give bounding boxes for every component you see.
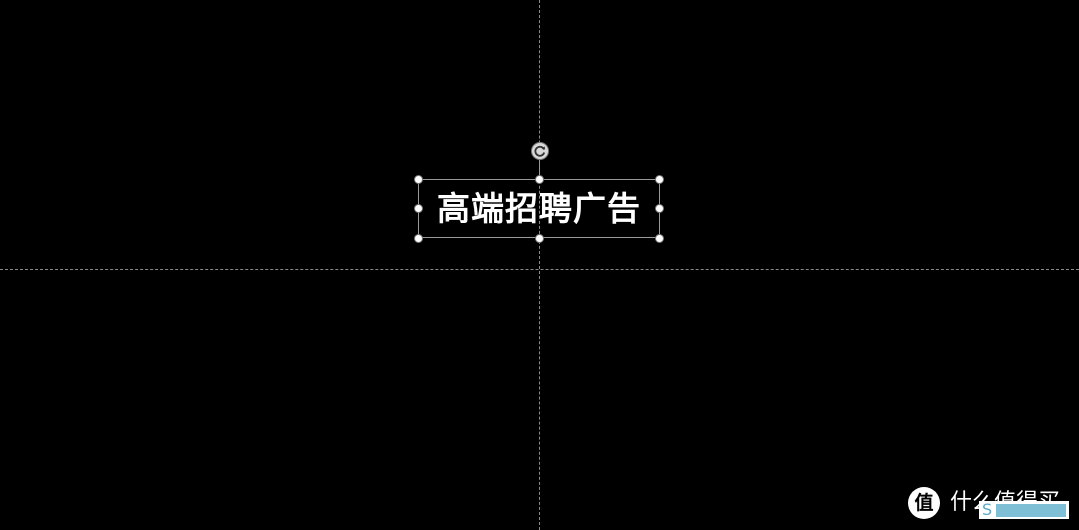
resize-handle-top-left[interactable] (414, 175, 423, 184)
vertical-center-guide (539, 0, 540, 530)
title-textbox[interactable]: 高端招聘广告 (418, 179, 660, 238)
horizontal-center-guide (0, 269, 1079, 270)
resize-handle-bottom-right[interactable] (655, 234, 664, 243)
slide-canvas[interactable]: 高端招聘广告 值 什么值得买 S (0, 0, 1079, 530)
textbox-text[interactable]: 高端招聘广告 (437, 192, 641, 225)
resize-handle-bottom-left[interactable] (414, 234, 423, 243)
watermark-overlay: S (979, 501, 1069, 519)
resize-handle-middle-right[interactable] (655, 204, 664, 213)
overlay-bar (996, 503, 1067, 517)
resize-handle-middle-left[interactable] (414, 204, 423, 213)
rotate-icon[interactable] (530, 141, 550, 161)
resize-handle-top-center[interactable] (535, 175, 544, 184)
resize-handle-top-right[interactable] (655, 175, 664, 184)
overlay-letter: S (982, 500, 993, 519)
watermark-logo-icon: 值 (908, 487, 940, 519)
resize-handle-bottom-center[interactable] (535, 234, 544, 243)
